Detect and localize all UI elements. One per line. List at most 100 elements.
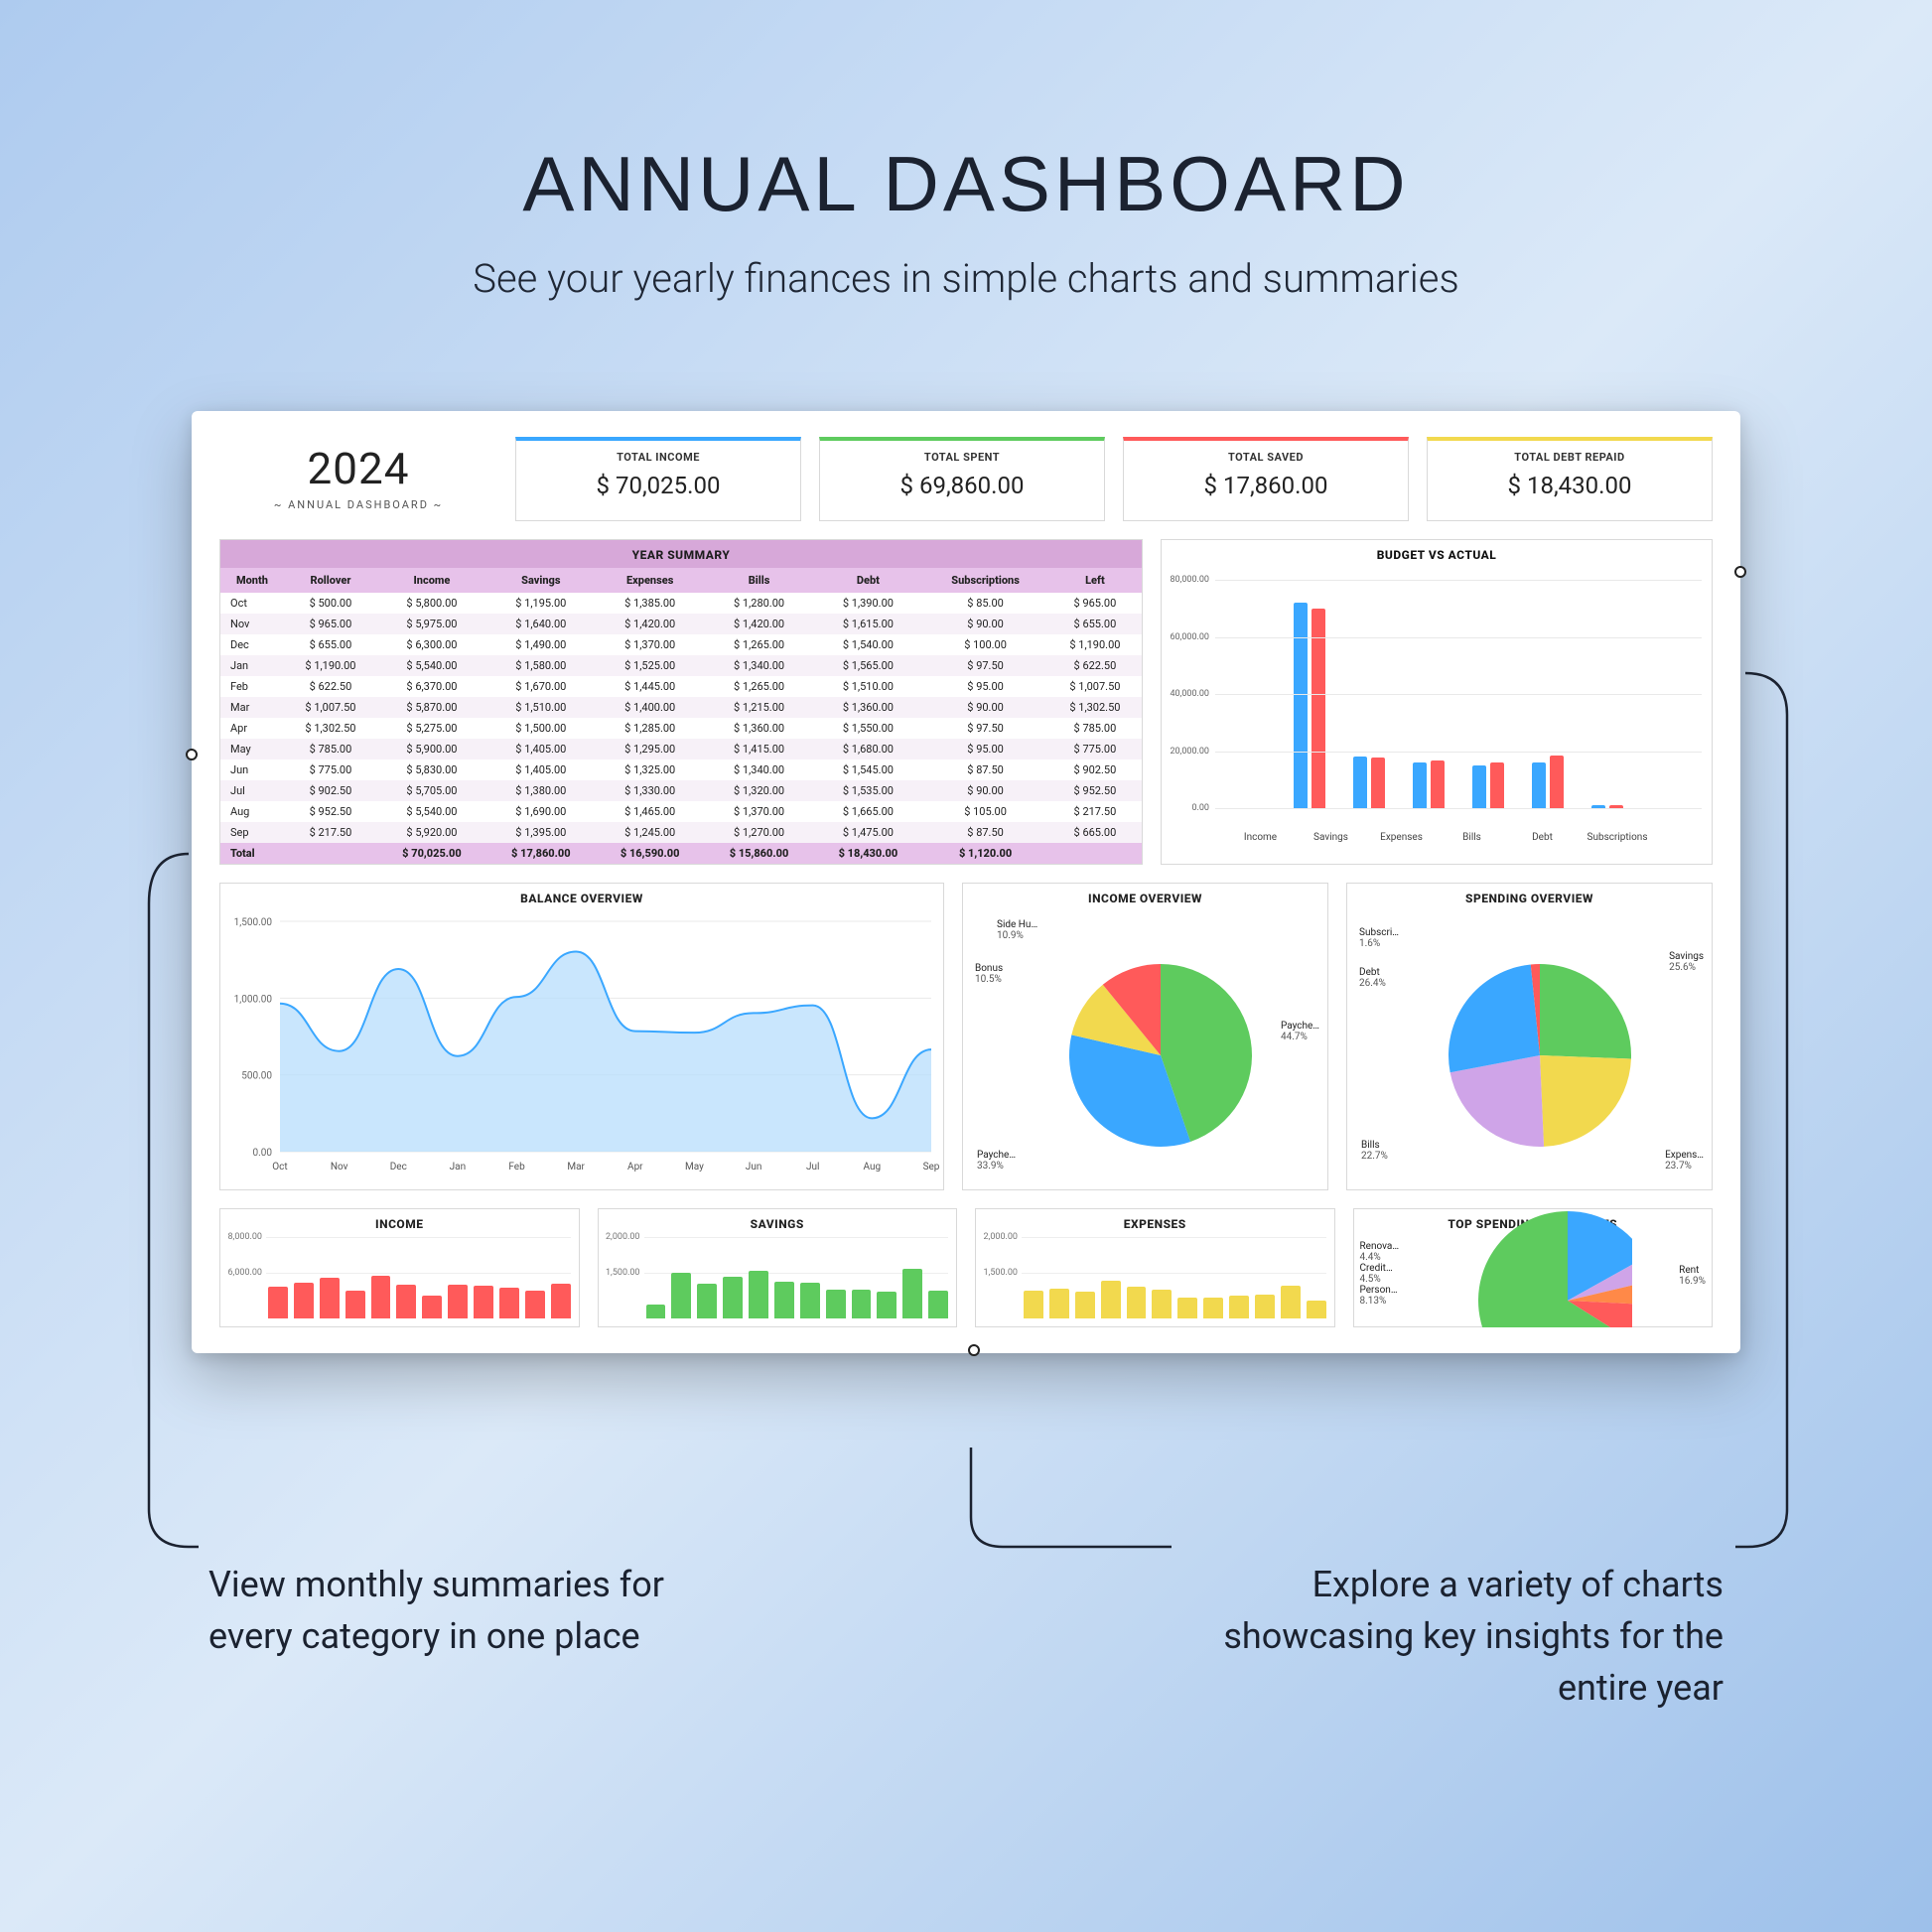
year-box: 2024 ~ ANNUAL DASHBOARD ~	[219, 437, 497, 521]
table-row: Aug$ 952.50$ 5,540.00$ 1,690.00$ 1,465.0…	[220, 801, 1142, 822]
table-cell: $ 70,025.00	[377, 843, 486, 864]
table-cell: $ 1,550.00	[813, 718, 922, 739]
table-cell: $ 785.00	[284, 739, 377, 759]
kpi-value: $ 69,860.00	[834, 472, 1090, 499]
bar	[852, 1290, 872, 1318]
table-cell: $ 1,545.00	[813, 759, 922, 780]
bar	[1255, 1295, 1275, 1318]
table-cell: $ 655.00	[284, 634, 377, 655]
bar	[1550, 756, 1564, 808]
table-header: Subscriptions	[922, 568, 1047, 593]
table-cell: May	[220, 739, 284, 759]
bar	[902, 1269, 922, 1318]
table-cell: $ 1,445.00	[596, 676, 705, 697]
bar	[774, 1282, 794, 1318]
pie-label: Subscri…1.6%	[1359, 927, 1399, 949]
bar	[499, 1288, 519, 1318]
table-cell: $ 1,302.50	[284, 718, 377, 739]
table-cell: Sep	[220, 822, 284, 843]
callout-dot-right	[1734, 566, 1746, 578]
budget-vs-actual-panel: BUDGET VS ACTUAL 0.0020,000.0040,000.006…	[1161, 539, 1713, 865]
kpi-value: $ 17,860.00	[1138, 472, 1394, 499]
table-cell: $ 1,615.00	[813, 614, 922, 634]
table-cell: $ 90.00	[922, 697, 1047, 718]
table-cell: $ 90.00	[922, 780, 1047, 801]
bar-pair	[1532, 756, 1564, 808]
table-cell: $ 90.00	[922, 614, 1047, 634]
savings-monthly-panel: SAVINGS 1,500.002,000.00	[598, 1208, 958, 1327]
table-cell: $ 1,190.00	[284, 655, 377, 676]
svg-text:1,000.00: 1,000.00	[234, 994, 273, 1005]
table-cell: $ 622.50	[284, 676, 377, 697]
svg-text:May: May	[685, 1162, 704, 1173]
table-cell: $ 105.00	[922, 801, 1047, 822]
bar	[928, 1291, 948, 1318]
table-cell: $ 85.00	[922, 593, 1047, 614]
axis-label: Subscriptions	[1587, 832, 1639, 843]
table-cell: $ 1,370.00	[596, 634, 705, 655]
table-cell: $ 1,465.00	[596, 801, 705, 822]
panel-title: INCOME OVERVIEW	[963, 884, 1327, 911]
kpi-value: $ 70,025.00	[530, 472, 786, 499]
table-cell: $ 1,395.00	[486, 822, 596, 843]
table-cell: Jul	[220, 780, 284, 801]
table-cell: $ 1,390.00	[813, 593, 922, 614]
axis-label: Debt	[1517, 832, 1569, 843]
svg-text:Jul: Jul	[806, 1162, 819, 1173]
table-cell: $ 1,190.00	[1048, 634, 1142, 655]
kpi-label: TOTAL INCOME	[530, 451, 786, 464]
table-header: Left	[1048, 568, 1142, 593]
pie-label: Bills22.7%	[1361, 1140, 1388, 1162]
bar	[396, 1285, 416, 1318]
axis-tick: 80,000.00	[1166, 575, 1209, 585]
svg-text:Dec: Dec	[390, 1162, 407, 1173]
kpi-label: TOTAL SAVED	[1138, 451, 1394, 464]
axis-tick: 40,000.00	[1166, 689, 1209, 699]
table-cell: $ 902.50	[284, 780, 377, 801]
table-cell: $ 6,370.00	[377, 676, 486, 697]
gridline: 60,000.00	[1215, 637, 1702, 638]
bar	[1152, 1290, 1172, 1318]
spending-overview-panel: SPENDING OVERVIEW Savings25.6%Expens…23.…	[1346, 883, 1713, 1190]
table-cell: $ 1,360.00	[705, 718, 814, 739]
bar	[474, 1286, 493, 1318]
pie-label: Savings25.6%	[1669, 951, 1704, 973]
table-cell: $ 1,195.00	[486, 593, 596, 614]
bar	[1353, 757, 1367, 808]
bar	[826, 1290, 846, 1318]
table-cell: $ 1,302.50	[1048, 697, 1142, 718]
table-cell: $ 5,540.00	[377, 655, 486, 676]
table-cell: Feb	[220, 676, 284, 697]
table-row: Dec$ 655.00$ 6,300.00$ 1,490.00$ 1,370.0…	[220, 634, 1142, 655]
table-cell: $ 775.00	[284, 759, 377, 780]
table-cell: $ 1,265.00	[705, 634, 814, 655]
bar	[1532, 762, 1546, 808]
pie-label: Side Hu…10.9%	[997, 919, 1037, 941]
table-cell: $ 775.00	[1048, 739, 1142, 759]
table-row: May$ 785.00$ 5,900.00$ 1,405.00$ 1,295.0…	[220, 739, 1142, 759]
bar	[1311, 609, 1325, 808]
table-cell: Jan	[220, 655, 284, 676]
table-cell: $ 1,500.00	[486, 718, 596, 739]
bar	[525, 1291, 545, 1318]
kpi-total-income: TOTAL INCOME $ 70,025.00	[515, 437, 801, 521]
pie-label: Debt26.4%	[1359, 967, 1386, 989]
axis-label: Income	[1235, 832, 1287, 843]
table-cell: $ 5,275.00	[377, 718, 486, 739]
table-cell: $ 87.50	[922, 759, 1047, 780]
table-cell: $ 1,340.00	[705, 759, 814, 780]
table-cell: $ 1,280.00	[705, 593, 814, 614]
year-summary-table: MonthRolloverIncomeSavingsExpensesBillsD…	[220, 568, 1142, 864]
table-cell: $ 18,430.00	[813, 843, 922, 864]
table-cell: $ 1,475.00	[813, 822, 922, 843]
table-cell: $ 655.00	[1048, 614, 1142, 634]
bar	[1049, 1289, 1069, 1318]
panel-title: BALANCE OVERVIEW	[220, 884, 943, 911]
panel-title: INCOME	[220, 1209, 579, 1237]
bar-pair	[1294, 603, 1325, 808]
axis-label: Savings	[1306, 832, 1357, 843]
bar	[671, 1273, 691, 1318]
table-row: Jul$ 902.50$ 5,705.00$ 1,380.00$ 1,330.0…	[220, 780, 1142, 801]
bar	[371, 1276, 391, 1318]
kpi-total-debt-repaid: TOTAL DEBT REPAID $ 18,430.00	[1427, 437, 1713, 521]
